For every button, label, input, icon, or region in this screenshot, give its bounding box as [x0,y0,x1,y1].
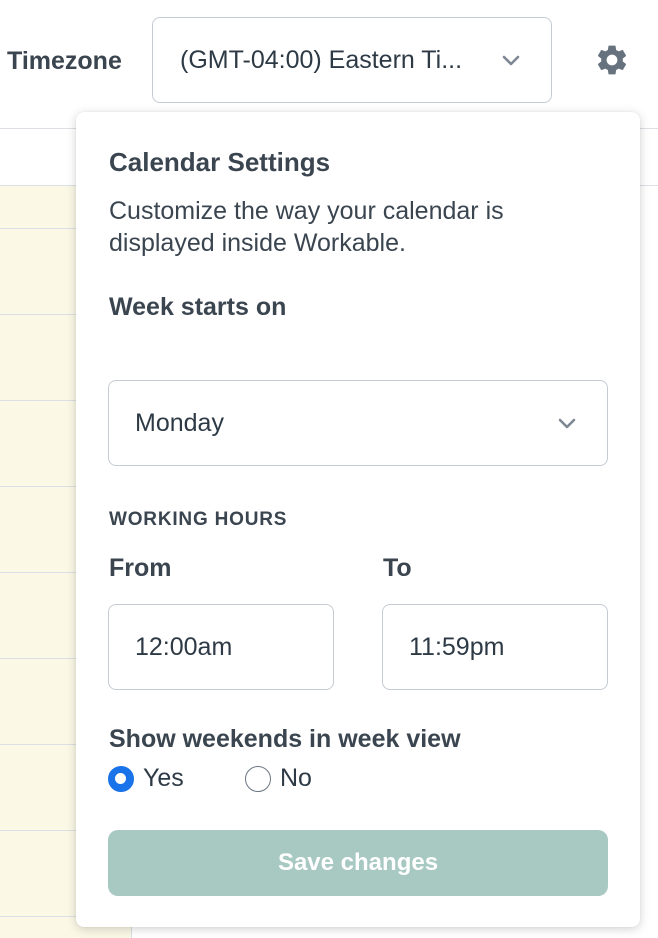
chevron-down-icon [558,418,576,429]
panel-description: Customize the way your calendar is displ… [109,197,504,257]
chevron-down-icon [502,55,520,66]
from-label: From [109,554,172,582]
panel-title: Calendar Settings [109,147,331,177]
from-time-input[interactable] [108,604,334,690]
weekends-no-option[interactable]: No [245,764,312,793]
gear-icon[interactable] [594,42,630,78]
working-hours-heading: WORKING HOURS [109,509,288,530]
weekends-yes-option[interactable]: Yes [108,764,184,793]
timezone-label: Timezone [7,47,122,75]
save-changes-button[interactable]: Save changes [108,830,608,896]
to-label: To [383,554,412,582]
weekends-no-radio[interactable] [245,765,271,792]
show-weekends-label: Show weekends in week view [109,725,461,753]
timezone-select[interactable]: (GMT-04:00) Eastern Ti... [152,17,552,103]
weekends-no-label: No [280,764,312,792]
timezone-value: (GMT-04:00) Eastern Ti... [180,45,463,74]
weekends-yes-radio[interactable] [108,765,134,792]
calendar-settings-panel: Calendar Settings Customize the way your… [76,112,640,927]
week-starts-select[interactable]: Monday [108,380,608,466]
to-time-input[interactable] [382,604,608,690]
week-starts-value: Monday [135,408,224,437]
week-starts-label: Week starts on [109,293,287,321]
weekends-yes-label: Yes [143,764,184,792]
